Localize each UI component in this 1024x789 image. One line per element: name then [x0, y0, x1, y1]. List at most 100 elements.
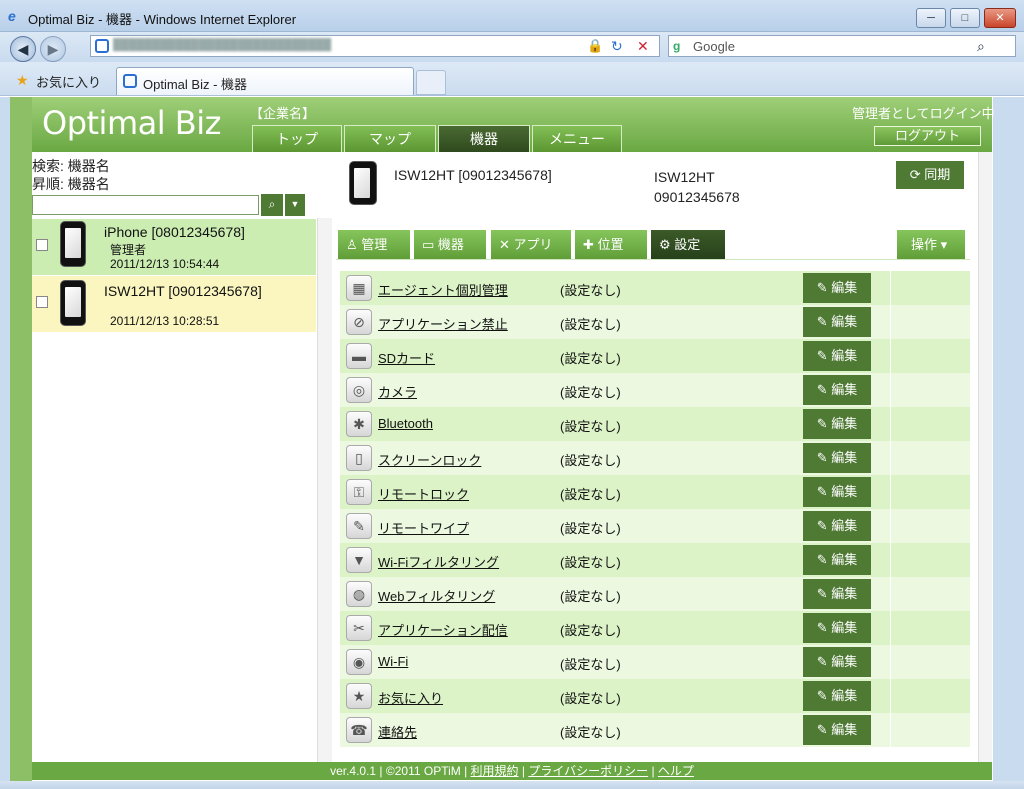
device-checkbox[interactable]	[36, 296, 48, 308]
subtab-location[interactable]: ✚ 位置	[575, 230, 647, 260]
subtab-device[interactable]: ▭ 機器	[414, 230, 486, 260]
device-name[interactable]: iPhone [08012345678]	[104, 224, 245, 240]
screen-lock-icon: ▯	[346, 445, 372, 471]
subtab-divider	[336, 259, 970, 262]
login-status: 管理者としてログイン中	[852, 106, 995, 121]
setting-link[interactable]: スクリーンロック	[378, 450, 481, 469]
device-checkbox[interactable]	[36, 239, 48, 251]
help-link[interactable]: ヘルプ	[658, 764, 694, 778]
subtab-settings[interactable]: ⚙ 設定	[651, 230, 725, 260]
device-list-item[interactable]: iPhone [08012345678] 管理者 2011/12/13 10:5…	[32, 219, 316, 275]
wifi-filter-icon: ▼	[346, 547, 372, 573]
favorites-star-icon[interactable]: ★	[16, 72, 29, 89]
ie-logo-icon: e	[8, 8, 16, 24]
setting-link[interactable]: Wi-Fi	[378, 654, 408, 669]
subtab-label: 機器	[437, 237, 464, 252]
refresh-icon[interactable]: ↻	[611, 38, 623, 55]
device-name[interactable]: ISW12HT [09012345678]	[104, 283, 262, 299]
divider	[890, 271, 891, 305]
window-left-frame	[0, 97, 10, 781]
edit-button[interactable]: ✎ 編集	[803, 511, 871, 541]
subtab-label: 設定	[674, 237, 701, 252]
address-url-blurred: ████████████████████████████	[113, 39, 332, 51]
device-time: 2011/12/13 10:28:51	[110, 314, 220, 328]
edit-button[interactable]: ✎ 編集	[803, 409, 871, 439]
edit-button[interactable]: ✎ 編集	[803, 545, 871, 575]
browser-search-box[interactable]: g Google ⌕	[668, 35, 1016, 57]
setting-value: (設定なし)	[560, 487, 621, 502]
logout-button[interactable]: ログアウト	[874, 126, 981, 146]
footer-separator: |	[648, 764, 658, 778]
tab-top[interactable]: トップ	[252, 125, 342, 152]
edit-button[interactable]: ✎ 編集	[803, 579, 871, 609]
back-button[interactable]: ◀	[10, 36, 36, 62]
search-conditions: 検索: 機器名 昇順: 機器名	[32, 157, 110, 193]
device-list-item[interactable]: ISW12HT [09012345678] 2011/12/13 10:28:5…	[32, 276, 316, 332]
device-search-input[interactable]	[32, 195, 259, 215]
setting-link[interactable]: リモートロック	[378, 484, 469, 503]
edit-button[interactable]: ✎ 編集	[803, 443, 871, 473]
app-block-icon: ⊘	[346, 309, 372, 335]
wifi-icon: ◉	[346, 649, 372, 675]
setting-value: (設定なし)	[560, 691, 621, 706]
new-tab-button[interactable]	[416, 70, 446, 95]
edit-button[interactable]: ✎ 編集	[803, 681, 871, 711]
edit-button[interactable]: ✎ 編集	[803, 375, 871, 405]
setting-link[interactable]: アプリケーション禁止	[378, 314, 508, 333]
minimize-button[interactable]: ─	[916, 8, 946, 28]
stop-icon[interactable]: ✕	[637, 38, 649, 55]
lock-icon: 🔒	[587, 38, 604, 53]
browser-tab-active[interactable]: Optimal Biz - 機器	[116, 67, 414, 95]
setting-link[interactable]: Webフィルタリング	[378, 586, 495, 605]
privacy-link[interactable]: プライバシーポリシー	[528, 764, 648, 778]
edit-button[interactable]: ✎ 編集	[803, 341, 871, 371]
setting-row: ✱ Bluetooth (設定なし) ✎ 編集	[340, 407, 970, 441]
magnifier-icon[interactable]: ⌕	[977, 38, 985, 55]
edit-button[interactable]: ✎ 編集	[803, 647, 871, 677]
setting-link[interactable]: Bluetooth	[378, 416, 433, 431]
edit-button[interactable]: ✎ 編集	[803, 477, 871, 507]
setting-link[interactable]: Wi-Fiフィルタリング	[378, 552, 499, 571]
sync-button[interactable]: ⟳ 同期	[896, 161, 964, 189]
operate-button[interactable]: 操作 ▾	[897, 230, 965, 260]
favorites-label[interactable]: お気に入り	[36, 72, 101, 91]
setting-value: (設定なし)	[560, 623, 621, 638]
setting-link[interactable]: アプリケーション配信	[378, 620, 508, 639]
chevron-down-icon[interactable]: ▼	[285, 194, 305, 216]
footer: ver.4.0.1 | ©2011 OPTiM | 利用規約 | プライバシーポ…	[32, 762, 992, 780]
divider	[890, 373, 891, 407]
maximize-button[interactable]: □	[950, 8, 980, 28]
setting-row: ▬ SDカード (設定なし) ✎ 編集	[340, 339, 970, 373]
divider	[890, 475, 891, 509]
setting-link[interactable]: リモートワイプ	[378, 518, 469, 537]
tab-map[interactable]: マップ	[344, 125, 436, 152]
close-button[interactable]: ✕	[984, 8, 1016, 28]
setting-row: ◎ カメラ (設定なし) ✎ 編集	[340, 373, 970, 407]
subtab-apps[interactable]: ✕ アプリ	[491, 230, 571, 260]
edit-button[interactable]: ✎ 編集	[803, 273, 871, 303]
setting-row: ▦ エージェント個別管理 (設定なし) ✎ 編集	[340, 271, 970, 305]
address-bar[interactable]: ████████████████████████████ 🔒 ↻ ✕	[90, 35, 660, 57]
setting-row: ⚿ リモートロック (設定なし) ✎ 編集	[340, 475, 970, 509]
setting-link[interactable]: エージェント個別管理	[378, 280, 508, 299]
terms-link[interactable]: 利用規約	[471, 764, 519, 778]
edit-button[interactable]: ✎ 編集	[803, 307, 871, 337]
page-scrollbar[interactable]	[978, 152, 992, 762]
setting-link[interactable]: お気に入り	[378, 688, 443, 707]
window-right-frame	[993, 97, 1024, 781]
camera-icon: ◎	[346, 377, 372, 403]
search-icon[interactable]: ⌕	[261, 194, 283, 216]
edit-button[interactable]: ✎ 編集	[803, 613, 871, 643]
setting-link[interactable]: カメラ	[378, 382, 417, 401]
device-list-scrollbar[interactable]	[317, 218, 332, 762]
device-model-block: ISW12HT 09012345678	[654, 167, 740, 207]
divider	[890, 543, 891, 577]
subtab-management[interactable]: ♙ 管理	[338, 230, 410, 260]
setting-link[interactable]: SDカード	[378, 348, 435, 367]
edit-button[interactable]: ✎ 編集	[803, 715, 871, 745]
tab-menu[interactable]: メニュー	[532, 125, 622, 152]
tab-page-icon	[123, 74, 137, 88]
setting-link[interactable]: 連絡先	[378, 722, 417, 741]
forward-button[interactable]: ▶	[40, 36, 66, 62]
tab-devices[interactable]: 機器	[438, 125, 530, 152]
